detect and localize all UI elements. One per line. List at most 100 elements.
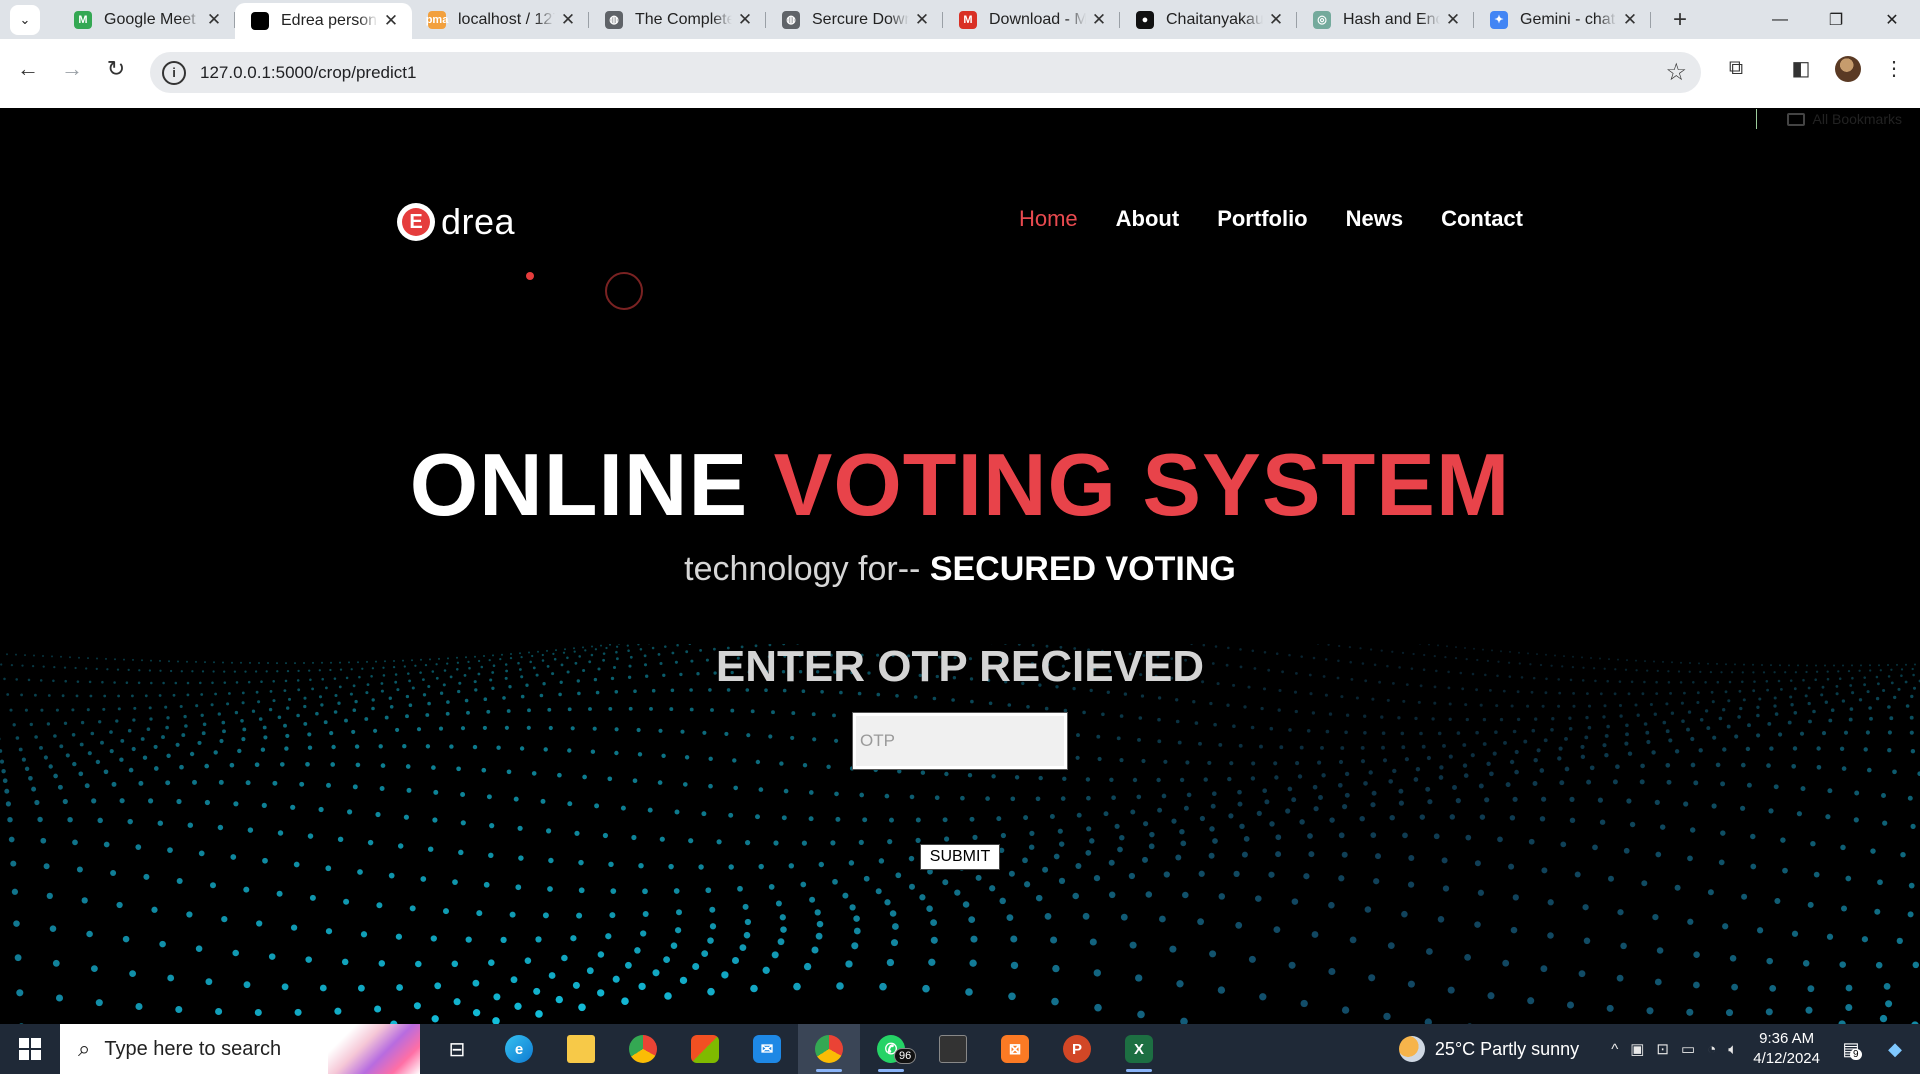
tab-favicon-icon: M [959, 10, 977, 29]
tab-search-button[interactable]: ⌄ [10, 4, 40, 35]
terminal-app[interactable] [922, 1024, 984, 1074]
battery-icon[interactable]: ▭ [1681, 1040, 1695, 1058]
tab-close-icon[interactable]: ✕ [1621, 10, 1639, 30]
submit-button[interactable]: SUBMIT [920, 844, 1000, 870]
nav-link-contact[interactable]: Contact [1441, 206, 1523, 232]
chrome-icon [629, 1035, 657, 1063]
terminal-icon [939, 1035, 967, 1063]
browser-tab[interactable]: M Download - M ✕ [943, 0, 1120, 39]
file-explorer-app[interactable] [550, 1024, 612, 1074]
taskbar-apps: ⊟ e ✉ ✆ 96 ⊠ P X [426, 1024, 1170, 1074]
whatsapp-badge: 96 [894, 1048, 917, 1064]
tab-close-icon[interactable]: ✕ [205, 10, 223, 30]
tab-title: Sercure Download [812, 10, 909, 28]
bookmark-separator [1756, 109, 1757, 129]
tab-favicon-icon: ◍ [605, 10, 623, 29]
network-device-icon[interactable]: ⊡ [1656, 1040, 1669, 1058]
edge-icon: e [505, 1035, 533, 1063]
tab-title: Hash and Enc [1343, 10, 1440, 28]
tab-favicon-icon: ● [1136, 10, 1154, 29]
store-app[interactable] [674, 1024, 736, 1074]
tab-close-icon[interactable]: ✕ [1444, 10, 1462, 30]
back-button[interactable]: ← [10, 51, 46, 87]
site-logo[interactable]: E drea [397, 201, 515, 243]
copilot-icon: ◆ [1888, 1038, 1902, 1059]
browser-tab[interactable]: ✦ Gemini - chat ✕ [1474, 0, 1651, 39]
taskbar-search[interactable]: ⌕ Type here to search [60, 1024, 420, 1074]
nav-link-home[interactable]: Home [1019, 206, 1078, 232]
restore-icon[interactable]: ❐ [1808, 0, 1864, 39]
volume-icon[interactable]: 🔈︎ [1728, 1041, 1737, 1058]
nav-link-news[interactable]: News [1346, 206, 1403, 232]
tab-favicon-icon: M [74, 10, 92, 29]
notifications-button[interactable]: ▤ 9 [1836, 1039, 1866, 1060]
bookmark-star-icon[interactable]: ☆ [1665, 58, 1687, 87]
edge-app[interactable]: e [488, 1024, 550, 1074]
particle-wave-background [0, 644, 1920, 1024]
minimize-icon[interactable]: — [1752, 0, 1808, 39]
tab-close-icon[interactable]: ✕ [736, 10, 754, 30]
tab-favicon-icon: ◎ [1313, 10, 1331, 29]
otp-input[interactable] [852, 712, 1068, 770]
nav-link-portfolio[interactable]: Portfolio [1217, 206, 1307, 232]
chrome-app[interactable] [612, 1024, 674, 1074]
browser-tab[interactable]: pma localhost / 127.0.0.1✕ [412, 0, 589, 39]
tab-title: Google Meet [104, 10, 196, 28]
windows-taskbar: ⌕ Type here to search ⊟ e ✉ ✆ 96 ⊠ P X 25… [0, 1024, 1920, 1074]
extensions-icon[interactable]: ⧉ [1718, 50, 1754, 86]
clock-time: 9:36 AM [1759, 1030, 1815, 1047]
powerpoint-icon: P [1063, 1035, 1091, 1063]
chrome-profile-app[interactable] [798, 1024, 860, 1074]
menu-kebab-icon[interactable]: ⋮ [1876, 50, 1912, 86]
tab-close-icon[interactable]: ✕ [913, 10, 931, 30]
hero-title: ONLINE VOTING SYSTEM [409, 435, 1511, 534]
cursor-ring [605, 272, 643, 310]
site-info-icon[interactable]: i [162, 60, 186, 85]
browser-tab[interactable]: ◎ Hash and Enc ✕ [1297, 0, 1474, 39]
start-button[interactable] [0, 1024, 60, 1074]
browser-tab[interactable]: ◍ Sercure Download✕ [766, 0, 943, 39]
tab-close-icon[interactable]: ✕ [1090, 10, 1108, 30]
powerpoint-app[interactable]: P [1046, 1024, 1108, 1074]
wifi-icon[interactable]: ◔ [1707, 1041, 1716, 1058]
tab-close-icon[interactable]: ✕ [1267, 10, 1285, 30]
browser-tab[interactable]: M Google Meet ✕ [58, 0, 235, 39]
browser-tab[interactable]: ● Chaitanyakau ✕ [1120, 0, 1297, 39]
system-tray: 25°C Partly sunny ^ ▣ ⊡ ▭ ◔ 🔈︎ 9:36 AM 4… [1398, 1024, 1920, 1074]
close-window-icon[interactable]: ✕ [1864, 0, 1920, 39]
profile-avatar[interactable] [1835, 56, 1861, 82]
xampp-app[interactable]: ⊠ [984, 1024, 1046, 1074]
clock[interactable]: 9:36 AM 4/12/2024 [1753, 1029, 1820, 1069]
nav-link-about[interactable]: About [1116, 206, 1180, 232]
meet-now-icon[interactable]: ▣ [1630, 1040, 1644, 1058]
address-bar[interactable]: i 127.0.0.1:5000/crop/predict1 ☆ [150, 52, 1701, 93]
main-nav: Home About Portfolio News Contact [1019, 206, 1523, 232]
excel-icon: X [1125, 1035, 1153, 1063]
url-text[interactable]: 127.0.0.1:5000/crop/predict1 [200, 63, 416, 83]
side-panel-icon[interactable]: ◧ [1783, 50, 1819, 86]
partly-sunny-icon [1398, 1036, 1425, 1062]
whatsapp-app[interactable]: ✆ 96 [860, 1024, 922, 1074]
mail-app[interactable]: ✉ [736, 1024, 798, 1074]
all-bookmarks-button[interactable]: All Bookmarks [1786, 109, 1902, 129]
tab-close-icon[interactable]: ✕ [559, 10, 577, 30]
tab-close-icon[interactable]: ✕ [382, 11, 400, 31]
chevron-up-icon[interactable]: ^ [1611, 1041, 1618, 1058]
task-view-button[interactable]: ⊟ [426, 1024, 488, 1074]
chrome-profile-icon [815, 1035, 843, 1063]
logo-mark-icon: E [397, 203, 435, 241]
reload-button[interactable]: ↻ [98, 51, 134, 87]
excel-app[interactable]: X [1108, 1024, 1170, 1074]
weather-widget[interactable]: 25°C Partly sunny [1398, 1036, 1579, 1062]
chevron-down-icon: ⌄ [19, 11, 31, 27]
tab-favicon-icon [251, 12, 269, 30]
copilot-button[interactable]: ◆ [1880, 1039, 1910, 1060]
browser-tab[interactable]: Edrea personal✕ [235, 3, 412, 39]
new-tab-button[interactable]: + [1665, 6, 1695, 34]
forward-button[interactable]: → [54, 51, 90, 87]
windows-logo-icon [19, 1038, 41, 1060]
tab-title: The Complete [635, 10, 732, 28]
cursor-dot [526, 272, 534, 280]
browser-tab[interactable]: ◍ The Complete ✕ [589, 0, 766, 39]
tab-title: Chaitanyakau [1166, 10, 1263, 28]
